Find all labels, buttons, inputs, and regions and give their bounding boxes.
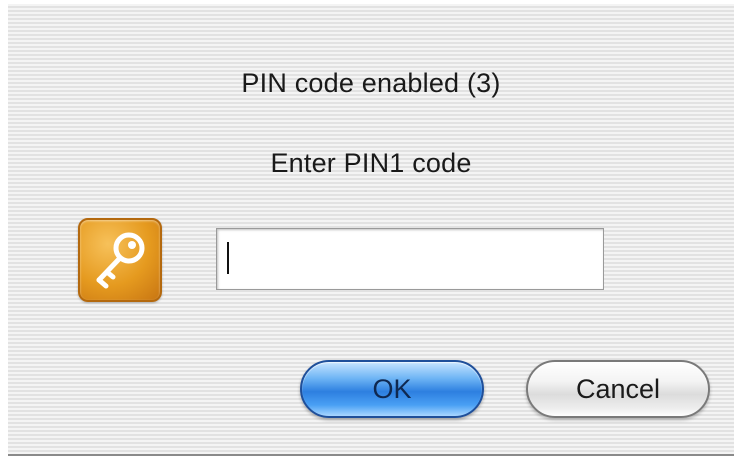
key-icon — [78, 218, 162, 302]
dialog-title: PIN code enabled (3) — [241, 68, 501, 98]
cancel-button[interactable]: Cancel — [526, 360, 710, 418]
pin-input[interactable] — [216, 228, 604, 290]
text-caret — [227, 242, 229, 274]
pin-prompt-label: Enter PIN1 code — [270, 148, 472, 178]
pin-dialog: PIN code enabled (3) Enter PIN1 code OK … — [8, 4, 734, 456]
ok-button[interactable]: OK — [300, 360, 484, 418]
